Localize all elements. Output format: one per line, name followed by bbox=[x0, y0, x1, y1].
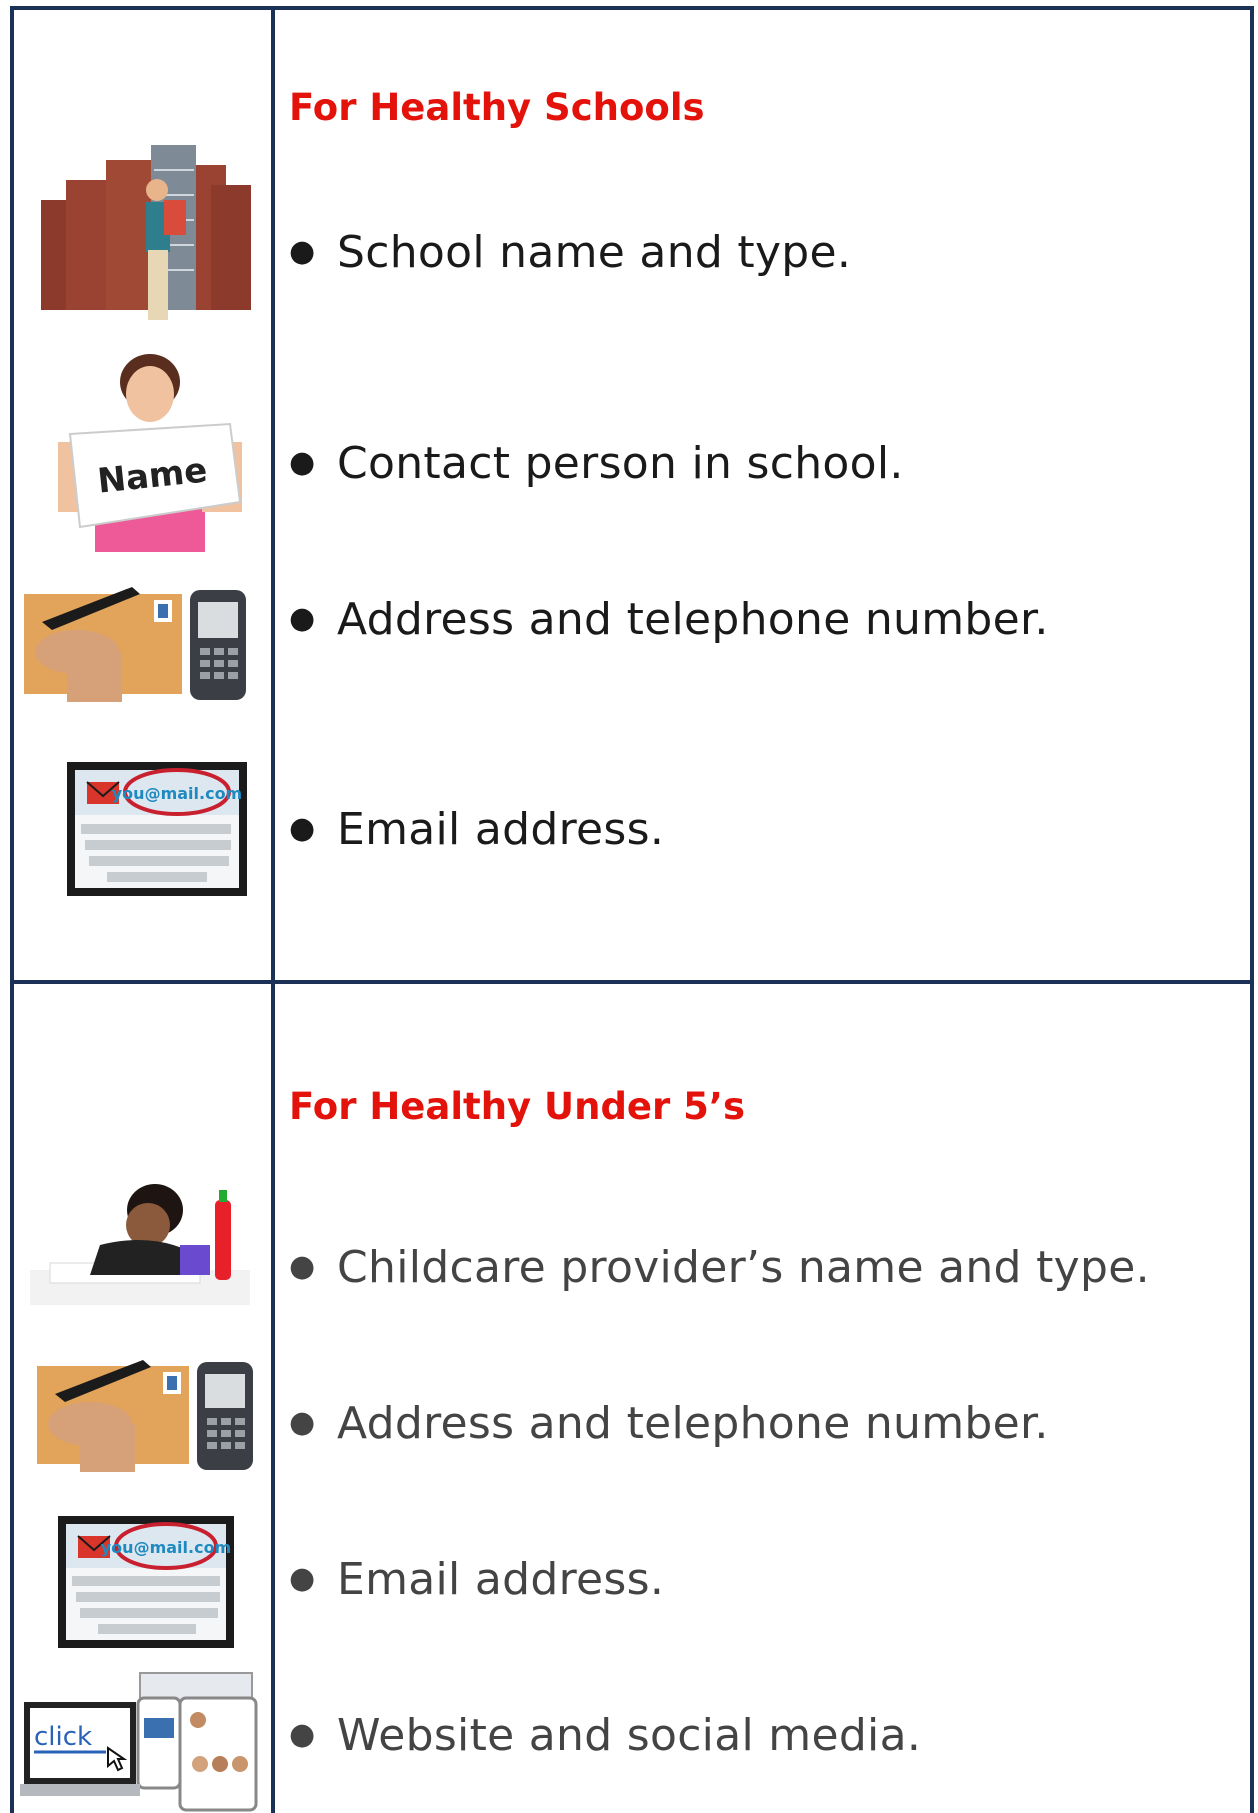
list-item: ● Contact person in school. bbox=[289, 438, 904, 489]
item-text: Address and telephone number. bbox=[337, 594, 1049, 645]
list-item: ● School name and type. bbox=[289, 227, 851, 278]
devices-click-icon: click bbox=[20, 1672, 258, 1812]
item-text: Website and social media. bbox=[337, 1710, 922, 1761]
list-item: ● Email address. bbox=[289, 1554, 664, 1605]
email-label: you@mail.com bbox=[101, 1538, 231, 1557]
list-item: ● Address and telephone number. bbox=[289, 1398, 1049, 1449]
bullet-icon: ● bbox=[289, 233, 316, 269]
name-sign-icon: Name bbox=[58, 354, 242, 552]
email-tablet-icon: you@mail.com bbox=[67, 762, 247, 896]
row-divider bbox=[10, 980, 1254, 984]
bullet-icon: ● bbox=[289, 1560, 316, 1596]
bullet-icon: ● bbox=[289, 444, 316, 480]
section-heading-under-5s: For Healthy Under 5’s bbox=[289, 1085, 745, 1128]
list-item: ● Website and social media. bbox=[289, 1710, 921, 1761]
child-drawing-icon bbox=[30, 1184, 250, 1305]
bullet-icon: ● bbox=[289, 1716, 316, 1752]
bullet-icon: ● bbox=[289, 810, 316, 846]
list-item: ● Childcare provider’s name and type. bbox=[289, 1242, 1150, 1293]
email-tablet-icon: you@mail.com bbox=[58, 1516, 234, 1648]
list-item: ● Email address. bbox=[289, 804, 664, 855]
click-label: click bbox=[34, 1722, 92, 1752]
item-text: Childcare provider’s name and type. bbox=[337, 1242, 1150, 1293]
item-text: Address and telephone number. bbox=[337, 1398, 1049, 1449]
letter-and-phone-icon bbox=[24, 587, 246, 702]
letter-and-phone-icon bbox=[37, 1360, 253, 1472]
bullet-icon: ● bbox=[289, 600, 316, 636]
school-building-icon bbox=[41, 145, 251, 320]
email-label: you@mail.com bbox=[112, 784, 242, 803]
item-text: Contact person in school. bbox=[337, 438, 904, 489]
item-text: Email address. bbox=[337, 804, 665, 855]
section-heading-schools: For Healthy Schools bbox=[289, 86, 705, 129]
bullet-icon: ● bbox=[289, 1248, 316, 1284]
item-text: Email address. bbox=[337, 1554, 665, 1605]
item-text: School name and type. bbox=[337, 227, 852, 278]
list-item: ● Address and telephone number. bbox=[289, 594, 1049, 645]
column-divider bbox=[271, 6, 275, 1813]
bullet-icon: ● bbox=[289, 1404, 316, 1440]
